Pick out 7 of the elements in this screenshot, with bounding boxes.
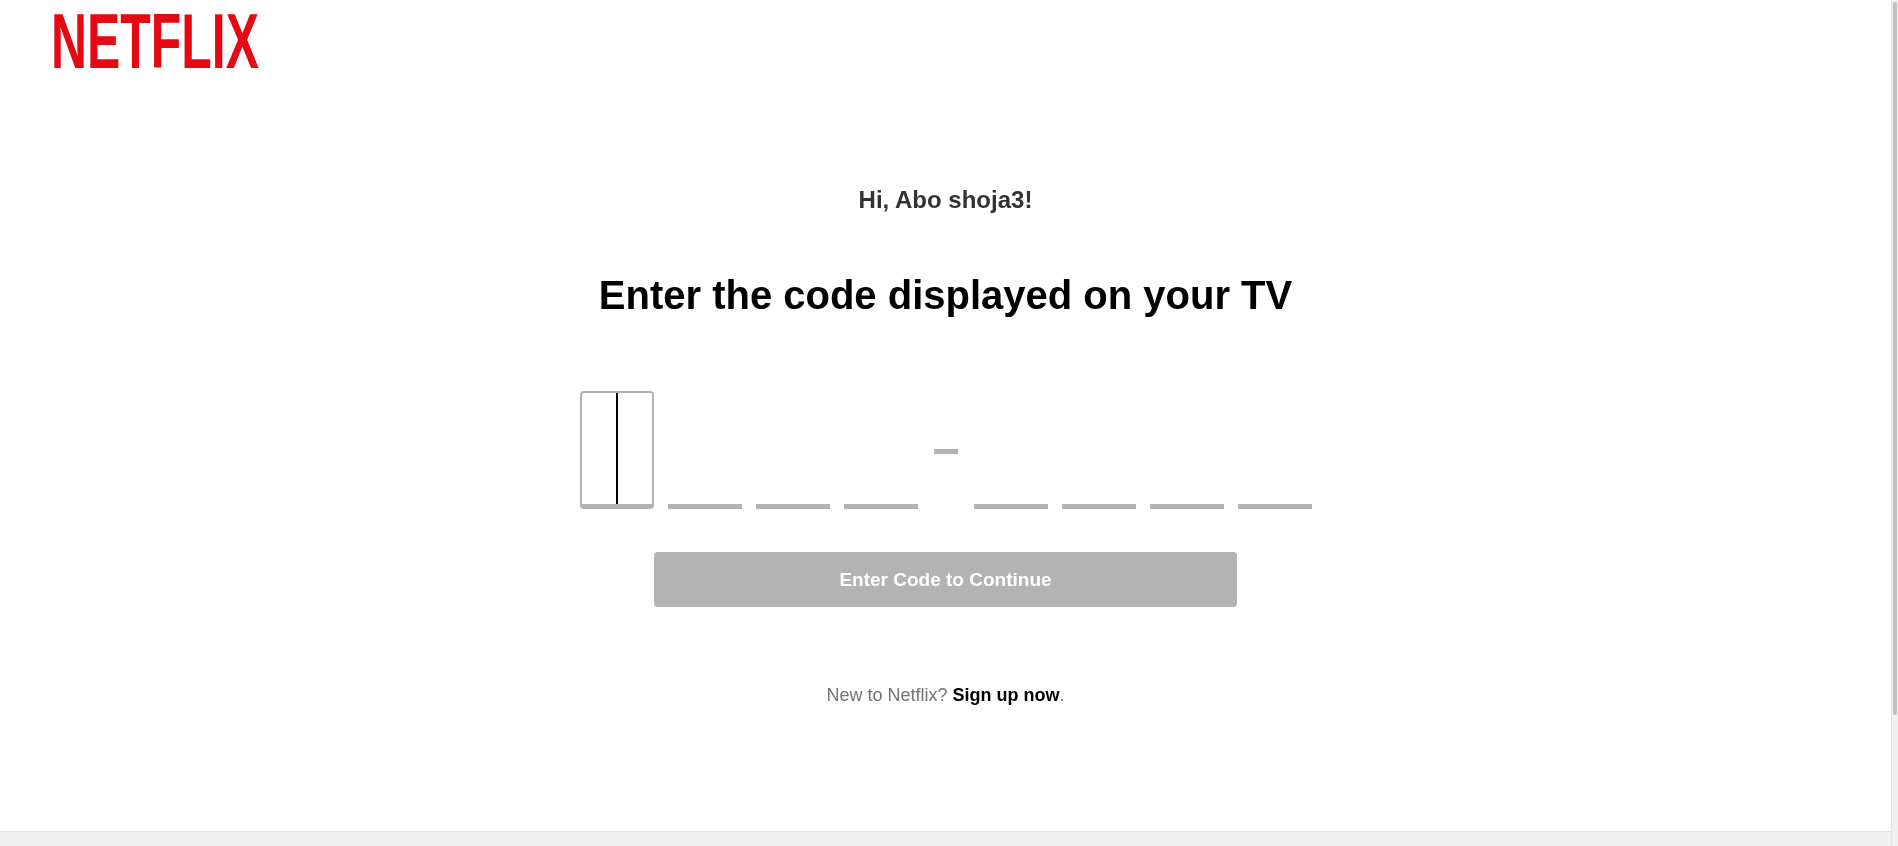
sign-up-link[interactable]: Sign up now <box>952 685 1060 705</box>
page-heading: Enter the code displayed on your TV <box>598 272 1293 319</box>
greeting-text: Hi, Abo shoja3! <box>858 185 1033 215</box>
signup-prompt: New to Netflix? Sign up now. <box>826 684 1065 707</box>
dash-separator-icon <box>933 449 958 454</box>
scrollbar-thumb[interactable] <box>1893 2 1897 715</box>
logo: NETFLIX <box>51 10 259 67</box>
